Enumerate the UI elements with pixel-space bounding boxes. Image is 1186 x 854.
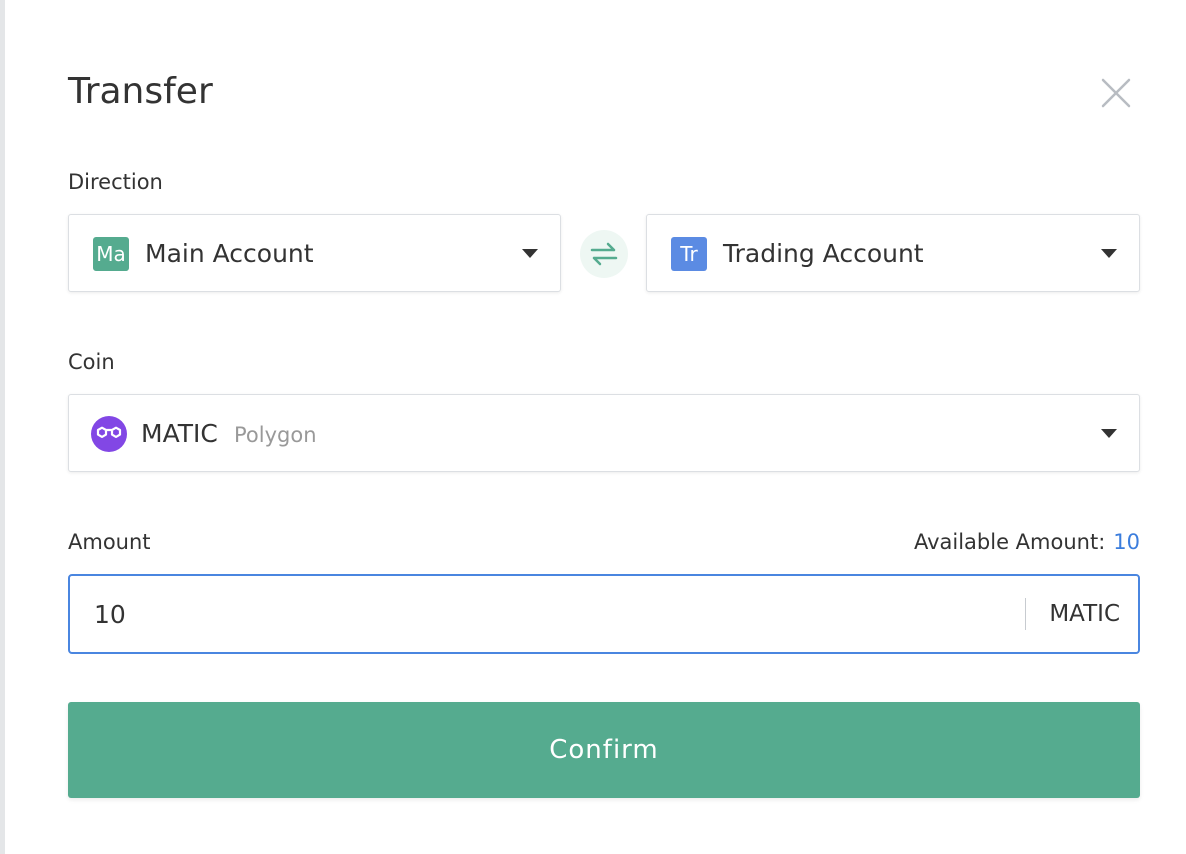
dialog-title: Transfer xyxy=(68,71,213,112)
close-icon xyxy=(1101,78,1131,108)
from-account-select[interactable]: Ma Main Account xyxy=(68,214,561,292)
amount-divider xyxy=(1025,598,1026,630)
amount-input[interactable] xyxy=(94,594,994,634)
available-amount: Available Amount: 10 xyxy=(914,528,1140,556)
to-account-name: Trading Account xyxy=(723,239,924,268)
confirm-button[interactable]: Confirm xyxy=(68,702,1140,798)
swap-direction-button[interactable] xyxy=(580,230,628,278)
coin-symbol: MATIC xyxy=(141,419,218,448)
caret-down-icon xyxy=(1101,249,1117,258)
available-amount-value[interactable]: 10 xyxy=(1113,530,1140,554)
caret-down-icon xyxy=(522,249,538,258)
close-button[interactable] xyxy=(1097,74,1135,112)
polygon-icon xyxy=(91,416,127,452)
swap-arrows-icon xyxy=(590,242,618,266)
caret-down-icon xyxy=(1101,429,1117,438)
amount-unit: MATIC xyxy=(1049,601,1120,627)
coin-network-name: Polygon xyxy=(234,423,317,447)
from-account-name: Main Account xyxy=(145,239,314,268)
amount-field: MATIC xyxy=(68,574,1140,654)
coin-select[interactable]: MATIC Polygon xyxy=(68,394,1140,472)
main-account-badge: Ma xyxy=(93,237,129,271)
available-amount-label: Available Amount: xyxy=(913,530,1106,554)
amount-label: Amount xyxy=(68,530,151,554)
coin-label: Coin xyxy=(68,350,115,374)
direction-label: Direction xyxy=(68,170,163,194)
trading-account-badge: Tr xyxy=(671,237,707,271)
transfer-dialog: Transfer Direction Ma Main Account Tr Tr… xyxy=(5,0,1186,854)
to-account-select[interactable]: Tr Trading Account xyxy=(646,214,1140,292)
